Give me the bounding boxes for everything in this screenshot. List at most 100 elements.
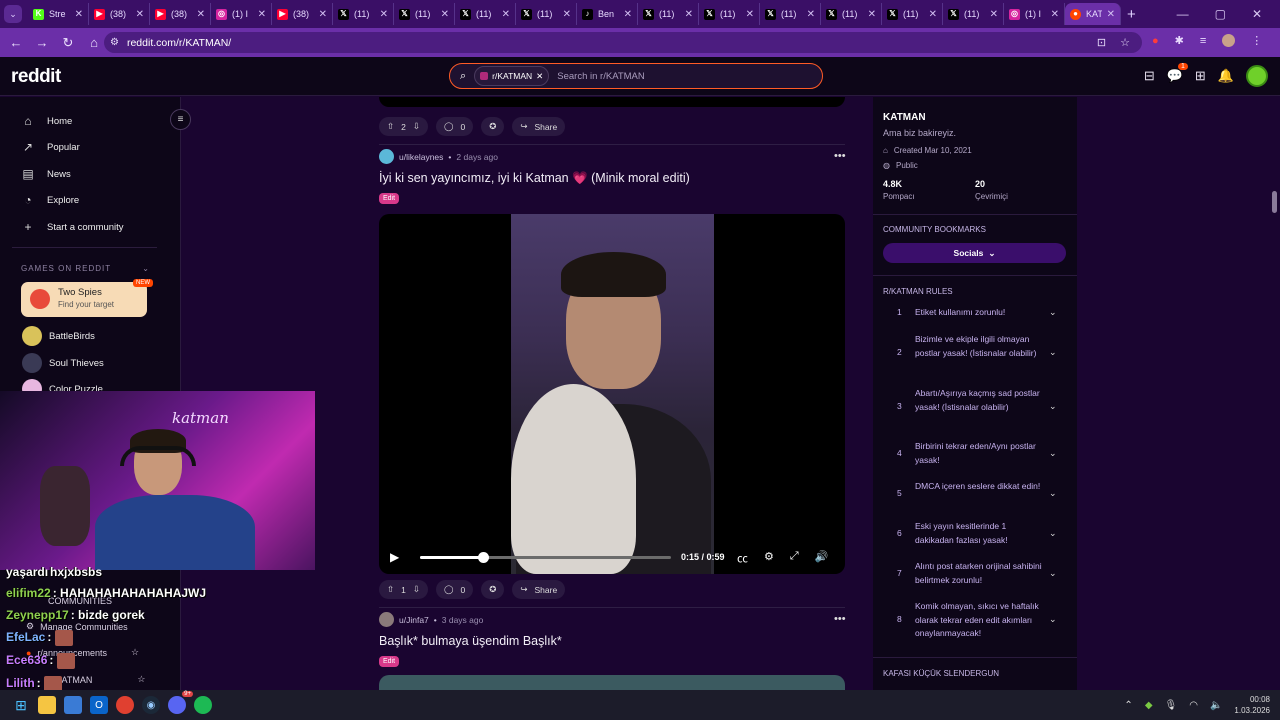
close-icon[interactable]: ✕ — [197, 9, 205, 20]
upvote-icon[interactable]: ⇧ — [387, 584, 394, 595]
scrollbar-thumb[interactable] — [1272, 191, 1277, 213]
vote-control[interactable]: ⇧ 2 ⇩ — [379, 117, 428, 136]
tab-16[interactable]: ◎ (1) I ✕ — [1004, 3, 1065, 25]
chevron-down-icon[interactable]: ⌄ — [1049, 613, 1057, 627]
rule-item[interactable]: 8 Komik olmayan, sıkıcı ve haftalık olara… — [897, 600, 1067, 640]
captions-icon[interactable]: ㏄ — [737, 550, 748, 566]
play-icon[interactable]: ▶ — [390, 550, 399, 564]
share-button[interactable]: ↪ Share — [512, 580, 566, 599]
settings-gear-icon[interactable]: ⚙ — [764, 550, 774, 566]
volume-icon[interactable]: 🔊 — [815, 550, 829, 566]
tab-12[interactable]: 𝕏 (11) ✕ — [760, 3, 821, 25]
tray-app-icon[interactable]: ◆ — [1145, 700, 1153, 711]
chip-close-icon[interactable]: ✕ — [536, 71, 543, 82]
clock[interactable]: 00:08 1.03.2026 — [1234, 694, 1270, 716]
advertise-icon[interactable]: ⊟ — [1144, 68, 1155, 84]
outlook-icon[interactable]: O — [90, 696, 108, 714]
game-item[interactable]: Soul Thieves — [22, 353, 104, 373]
close-icon[interactable]: ✕ — [441, 9, 449, 20]
close-icon[interactable]: ✕ — [563, 9, 571, 20]
maximize-icon[interactable]: ▢ — [1215, 7, 1226, 21]
close-icon[interactable]: ✕ — [685, 9, 693, 20]
upvote-icon[interactable]: ⇧ — [387, 121, 394, 132]
tab-0[interactable]: K Stre ✕ — [28, 3, 89, 25]
close-icon[interactable]: ✕ — [502, 9, 510, 20]
create-post-icon[interactable]: ⊞ — [1195, 68, 1206, 84]
author-avatar[interactable] — [379, 612, 394, 627]
post-flair[interactable]: Edit — [379, 193, 400, 204]
file-explorer-icon[interactable] — [38, 696, 56, 714]
video-player[interactable]: ▶ 0:15 / 0:59 ㏄ ⚙ ⤢ 🔊 — [379, 214, 845, 574]
socials-dropdown[interactable]: Socials ⌄ — [883, 243, 1066, 263]
back-icon[interactable]: ← — [4, 35, 28, 50]
extensions-icon[interactable]: ✱ — [1175, 34, 1184, 47]
spotify-icon[interactable] — [194, 696, 212, 714]
close-icon[interactable]: ✕ — [624, 9, 632, 20]
reading-list-icon[interactable]: ≡ — [1200, 35, 1206, 47]
post-author[interactable]: u/Jinfa7 — [399, 615, 429, 625]
close-icon[interactable]: ✕ — [1107, 9, 1115, 20]
close-icon[interactable]: ✕ — [929, 9, 937, 20]
tab-active[interactable]: ● KAT ✕ — [1065, 3, 1121, 25]
share-button[interactable]: ↪ Share — [512, 117, 566, 136]
comments-button[interactable]: ◯ 0 — [435, 580, 474, 599]
browser-menu-icon[interactable]: ⋮ — [1251, 34, 1262, 47]
tab-2[interactable]: ▶ (38) ✕ — [150, 3, 211, 25]
bookmark-star-icon[interactable]: ☆ — [1120, 36, 1130, 49]
chevron-down-icon[interactable]: ⌄ — [1049, 567, 1057, 581]
chevron-down-icon[interactable]: ⌄ — [1049, 527, 1057, 541]
close-icon[interactable]: ✕ — [746, 9, 754, 20]
reddit-logo[interactable]: reddit — [11, 66, 61, 88]
opera-ext-icon[interactable]: ● — [1152, 35, 1159, 47]
game-item[interactable]: BattleBirds — [22, 326, 95, 346]
close-icon[interactable]: ✕ — [75, 9, 83, 20]
post-overflow-icon[interactable]: ••• — [834, 613, 846, 625]
sidebar-item-home[interactable]: ⌂ Home — [20, 114, 72, 128]
tab-6[interactable]: 𝕏 (11) ✕ — [394, 3, 455, 25]
rule-item[interactable]: 2 Bizimle ve ekiple ilgili olmayan postla… — [897, 333, 1067, 373]
comments-button[interactable]: ◯ 0 — [435, 117, 474, 136]
post-title[interactable]: İyi ki sen yayıncımız, iyi ki Katman 💗 (… — [379, 171, 690, 186]
video-seek-bar[interactable] — [420, 552, 671, 563]
page-scrollbar[interactable] — [1270, 97, 1280, 690]
wifi-icon[interactable]: ◠ — [1189, 700, 1198, 711]
microphone-icon[interactable]: 🎙 — [1165, 700, 1178, 711]
award-button[interactable]: ✪ — [481, 580, 505, 599]
close-icon[interactable]: ✕ — [380, 9, 388, 20]
fullscreen-icon[interactable]: ⤢ — [790, 550, 799, 566]
windows-start-icon[interactable]: ⊞ — [12, 696, 30, 714]
notifications-icon[interactable]: 🔔 — [1218, 68, 1234, 84]
tab-15[interactable]: 𝕏 (11) ✕ — [943, 3, 1004, 25]
tab-5[interactable]: 𝕏 (11) ✕ — [333, 3, 394, 25]
tab-10[interactable]: 𝕏 (11) ✕ — [638, 3, 699, 25]
close-icon[interactable]: ✕ — [319, 9, 327, 20]
minimize-icon[interactable]: — — [1177, 7, 1189, 21]
tab-9[interactable]: ♪ Ben ✕ — [577, 3, 638, 25]
sidebar-item-news[interactable]: ▤ News — [20, 167, 70, 181]
tab-search-button[interactable]: ⌄ — [4, 5, 22, 23]
vote-control[interactable]: ⇧ 1 ⇩ — [379, 580, 428, 599]
post-image-preview[interactable] — [379, 675, 845, 690]
tab-13[interactable]: 𝕏 (11) ✕ — [821, 3, 882, 25]
url-field[interactable]: ⚙ reddit.com/r/KATMAN/ ⊡ ☆ — [104, 32, 1142, 53]
sidebar-item-explore[interactable]: ◔ Explore — [20, 193, 79, 207]
tab-1[interactable]: ▶ (38) ✕ — [89, 3, 150, 25]
profile-icon[interactable] — [1222, 34, 1236, 47]
video-seek-knob[interactable] — [477, 552, 489, 563]
user-avatar[interactable] — [1246, 65, 1268, 87]
speaker-icon[interactable]: 🔈 — [1210, 700, 1222, 711]
chevron-down-icon[interactable]: ⌄ — [1049, 346, 1057, 360]
featured-game-card[interactable]: Two Spies Find your target NEW — [21, 279, 153, 317]
star-icon[interactable]: ☆ — [137, 674, 145, 685]
search-input[interactable]: Search in r/KATMAN — [557, 71, 644, 82]
chevron-down-icon[interactable]: ⌄ — [1049, 400, 1057, 414]
post-author[interactable]: u/likelaynes — [399, 152, 443, 162]
search-community-chip[interactable]: r/KATMAN ✕ — [474, 66, 550, 86]
post-flair[interactable]: Edit — [379, 656, 400, 667]
chrome-icon[interactable] — [116, 696, 134, 714]
downvote-icon[interactable]: ⇩ — [413, 121, 420, 132]
star-icon[interactable]: ☆ — [131, 647, 139, 658]
reload-icon[interactable]: ↻ — [56, 35, 80, 51]
tab-14[interactable]: 𝕏 (11) ✕ — [882, 3, 943, 25]
tab-7[interactable]: 𝕏 (11) ✕ — [455, 3, 516, 25]
